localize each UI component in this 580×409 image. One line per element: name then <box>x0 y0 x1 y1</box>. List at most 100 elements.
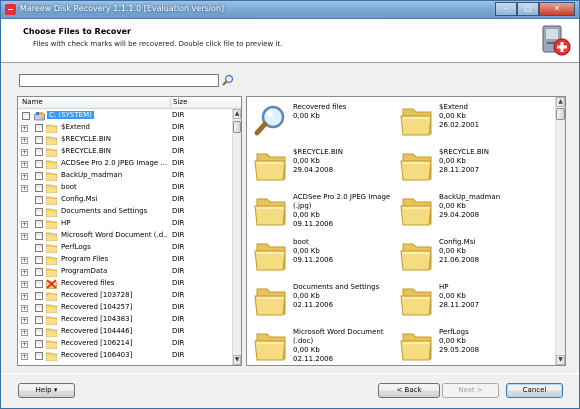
folder-tree[interactable]: Name Size C: (SYSTEM) DIR + $Extend DIR + $REC… <box>17 96 242 366</box>
expand-toggle-icon[interactable]: + <box>21 329 28 336</box>
files-scroll-thumb[interactable] <box>556 108 565 120</box>
row-checkbox[interactable] <box>35 160 43 168</box>
row-checkbox[interactable] <box>35 124 43 132</box>
scroll-up-arrow-icon[interactable]: ▲ <box>556 97 565 107</box>
file-item[interactable]: HP 0,00 Kb 28.11.2007 <box>399 281 549 327</box>
tree-row[interactable]: + boot DIR <box>18 182 232 194</box>
tree-row[interactable]: + Recovered [106214] DIR <box>18 338 232 350</box>
tree-row[interactable]: Documents and Settings DIR <box>18 206 232 218</box>
maximize-button[interactable]: □ <box>517 2 539 16</box>
row-checkbox[interactable] <box>35 136 43 144</box>
row-checkbox[interactable] <box>35 280 43 288</box>
row-checkbox[interactable] <box>35 232 43 240</box>
tree-row[interactable]: + Recovered [106403] DIR <box>18 350 232 362</box>
search-input[interactable] <box>19 74 219 87</box>
expand-toggle-icon[interactable]: + <box>21 221 28 228</box>
file-item[interactable]: boot 0,00 Kb 09.11.2006 <box>253 236 403 282</box>
tree-row[interactable]: + $Extend DIR <box>18 122 232 134</box>
row-checkbox[interactable] <box>35 328 43 336</box>
tree-row[interactable]: + $RECYCLE.BIN DIR <box>18 146 232 158</box>
expand-toggle-icon[interactable]: + <box>21 269 28 276</box>
row-size: DIR <box>172 327 185 335</box>
row-size: DIR <box>172 279 185 287</box>
cancel-button[interactable]: Cancel <box>506 383 563 398</box>
scroll-down-arrow-icon[interactable]: ▼ <box>556 355 565 365</box>
tree-row[interactable]: Config.Msi DIR <box>18 194 232 206</box>
row-size: DIR <box>172 207 185 215</box>
column-size-header[interactable]: Size <box>170 98 187 109</box>
tree-row[interactable]: + Recovered [104383] DIR <box>18 314 232 326</box>
row-checkbox[interactable] <box>35 340 43 348</box>
column-name-header[interactable]: Name <box>22 98 43 106</box>
help-button[interactable]: Help ▾ <box>18 383 75 398</box>
file-item[interactable]: ACDSee Pro 2.0 JPEG Image (.jpg) 0,00 Kb 09… <box>253 191 403 237</box>
tree-row[interactable]: + $RECYCLE.BIN DIR <box>18 134 232 146</box>
row-checkbox[interactable] <box>35 268 43 276</box>
scroll-up-arrow-icon[interactable]: ▲ <box>233 109 241 119</box>
row-checkbox[interactable] <box>35 244 43 252</box>
tree-row[interactable]: + Recovered [104446] DIR <box>18 326 232 338</box>
file-item[interactable]: $RECYCLE.BIN 0,00 Kb 29.04.2008 <box>253 146 403 192</box>
tree-row[interactable]: + Microsoft Word Document (.d... DIR <box>18 230 232 242</box>
folder-icon <box>46 159 57 169</box>
expand-toggle-icon[interactable]: + <box>21 257 28 264</box>
row-checkbox[interactable] <box>35 304 43 312</box>
expand-toggle-icon[interactable]: + <box>21 293 28 300</box>
row-checkbox[interactable] <box>22 112 30 120</box>
row-checkbox[interactable] <box>35 220 43 228</box>
close-button[interactable]: ✕ <box>539 2 575 16</box>
back-button[interactable]: < Back <box>378 383 440 398</box>
tree-scrollbar[interactable]: ▲ ▼ <box>232 109 241 365</box>
row-checkbox[interactable] <box>35 196 43 204</box>
tree-row[interactable]: + Recovered files DIR <box>18 278 232 290</box>
row-checkbox[interactable] <box>35 352 43 360</box>
tree-row[interactable]: + Program Files DIR <box>18 254 232 266</box>
file-item[interactable]: BackUp_madman 0,00 Kb 29.04.2008 <box>399 191 549 237</box>
expand-toggle-icon[interactable]: + <box>21 317 28 324</box>
files-scrollbar[interactable]: ▲ ▼ <box>555 97 565 365</box>
file-item[interactable]: Recovered files 0,00 Kb <box>253 101 403 147</box>
expand-toggle-icon[interactable]: + <box>21 137 28 144</box>
row-checkbox[interactable] <box>35 292 43 300</box>
expand-toggle-icon[interactable]: + <box>21 125 28 132</box>
row-checkbox[interactable] <box>35 208 43 216</box>
tree-row[interactable]: C: (SYSTEM) DIR <box>18 110 232 122</box>
folder-icon <box>46 315 57 325</box>
file-item[interactable]: Microsoft Word Document (.doc) 0,00 Kb 02.1… <box>253 326 403 365</box>
expand-toggle-icon[interactable]: + <box>21 353 28 360</box>
title-bar[interactable]: Mareew Disk Recovery 1.1.1.0 [Evaluation… <box>1 1 579 19</box>
expand-toggle-icon[interactable]: + <box>21 161 28 168</box>
file-item[interactable]: $Extend 0,00 Kb 26.02.2001 <box>399 101 549 147</box>
file-item[interactable]: $RECYCLE.BIN 0,00 Kb 28.11.2007 <box>399 146 549 192</box>
row-checkbox[interactable] <box>35 172 43 180</box>
expand-toggle-icon[interactable]: + <box>21 233 28 240</box>
expand-toggle-icon[interactable]: + <box>21 341 28 348</box>
tree-row[interactable]: PerfLogs DIR <box>18 242 232 254</box>
tree-row[interactable]: + Recovered [104257] DIR <box>18 302 232 314</box>
expand-toggle-icon[interactable]: + <box>21 173 28 180</box>
tree-row[interactable]: + HP DIR <box>18 218 232 230</box>
folder-icon <box>46 339 57 349</box>
file-item[interactable]: Config.Msi 0,00 Kb 21.06.2008 <box>399 236 549 282</box>
file-item[interactable]: Documents and Settings 0,00 Kb 02.11.2006 <box>253 281 403 327</box>
expand-toggle-icon[interactable]: + <box>21 305 28 312</box>
files-view[interactable]: Recovered files 0,00 Kb $Extend 0,00 Kb 26.0… <box>246 96 566 366</box>
tree-row[interactable]: + ACDSee Pro 2.0 JPEG Image ... DIR <box>18 158 232 170</box>
expand-toggle-icon[interactable]: + <box>21 185 28 192</box>
row-checkbox[interactable] <box>35 148 43 156</box>
search-icon[interactable] <box>222 74 234 86</box>
expand-toggle-icon[interactable]: + <box>21 281 28 288</box>
tree-scroll-thumb[interactable] <box>233 121 241 133</box>
scroll-down-arrow-icon[interactable]: ▼ <box>233 355 241 365</box>
row-checkbox[interactable] <box>35 184 43 192</box>
tree-row[interactable]: + BackUp_madman DIR <box>18 170 232 182</box>
expand-toggle-icon[interactable]: + <box>21 149 28 156</box>
row-size: DIR <box>172 135 185 143</box>
minimize-button[interactable]: – <box>495 2 517 16</box>
row-checkbox[interactable] <box>35 316 43 324</box>
next-button[interactable]: Next > <box>442 383 499 398</box>
row-checkbox[interactable] <box>35 256 43 264</box>
tree-row[interactable]: + ProgramData DIR <box>18 266 232 278</box>
file-item[interactable]: PerfLogs 0,00 Kb 29.05.2008 <box>399 326 549 365</box>
tree-row[interactable]: + Recovered [103728] DIR <box>18 290 232 302</box>
